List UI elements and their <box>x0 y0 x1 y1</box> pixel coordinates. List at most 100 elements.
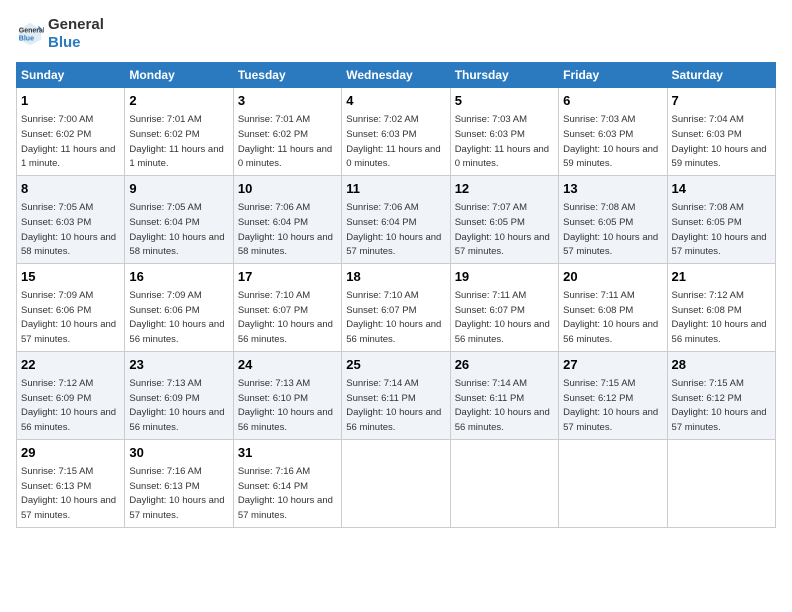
day-cell-7: 7 Sunrise: 7:04 AMSunset: 6:03 PMDayligh… <box>667 88 775 176</box>
day-info: Sunrise: 7:08 AMSunset: 6:05 PMDaylight:… <box>672 202 767 257</box>
day-cell-1: 1 Sunrise: 7:00 AMSunset: 6:02 PMDayligh… <box>17 88 125 176</box>
day-cell-9: 9 Sunrise: 7:05 AMSunset: 6:04 PMDayligh… <box>125 175 233 263</box>
col-header-saturday: Saturday <box>667 63 775 88</box>
svg-text:Blue: Blue <box>19 35 34 42</box>
day-number: 2 <box>129 92 228 110</box>
day-cell-27: 27 Sunrise: 7:15 AMSunset: 6:12 PMDaylig… <box>559 351 667 439</box>
col-header-thursday: Thursday <box>450 63 558 88</box>
col-header-friday: Friday <box>559 63 667 88</box>
day-number: 4 <box>346 92 445 110</box>
day-number: 5 <box>455 92 554 110</box>
day-info: Sunrise: 7:10 AMSunset: 6:07 PMDaylight:… <box>346 290 441 345</box>
calendar-table: SundayMondayTuesdayWednesdayThursdayFrid… <box>16 62 776 528</box>
day-number: 14 <box>672 180 771 198</box>
day-number: 29 <box>21 444 120 462</box>
day-number: 9 <box>129 180 228 198</box>
day-number: 27 <box>563 356 662 374</box>
page-header: General Blue General Blue <box>16 16 776 52</box>
day-number: 15 <box>21 268 120 286</box>
col-header-monday: Monday <box>125 63 233 88</box>
logo: General Blue General Blue <box>16 16 104 52</box>
day-cell-3: 3 Sunrise: 7:01 AMSunset: 6:02 PMDayligh… <box>233 88 341 176</box>
day-number: 30 <box>129 444 228 462</box>
day-info: Sunrise: 7:01 AMSunset: 6:02 PMDaylight:… <box>238 114 332 169</box>
day-number: 7 <box>672 92 771 110</box>
day-cell-5: 5 Sunrise: 7:03 AMSunset: 6:03 PMDayligh… <box>450 88 558 176</box>
day-info: Sunrise: 7:16 AMSunset: 6:14 PMDaylight:… <box>238 466 333 521</box>
day-info: Sunrise: 7:03 AMSunset: 6:03 PMDaylight:… <box>563 114 658 169</box>
day-number: 6 <box>563 92 662 110</box>
day-cell-16: 16 Sunrise: 7:09 AMSunset: 6:06 PMDaylig… <box>125 263 233 351</box>
day-number: 19 <box>455 268 554 286</box>
day-info: Sunrise: 7:05 AMSunset: 6:04 PMDaylight:… <box>129 202 224 257</box>
day-cell-30: 30 Sunrise: 7:16 AMSunset: 6:13 PMDaylig… <box>125 439 233 527</box>
day-info: Sunrise: 7:05 AMSunset: 6:03 PMDaylight:… <box>21 202 116 257</box>
day-cell-8: 8 Sunrise: 7:05 AMSunset: 6:03 PMDayligh… <box>17 175 125 263</box>
day-cell-28: 28 Sunrise: 7:15 AMSunset: 6:12 PMDaylig… <box>667 351 775 439</box>
day-number: 18 <box>346 268 445 286</box>
day-cell-18: 18 Sunrise: 7:10 AMSunset: 6:07 PMDaylig… <box>342 263 450 351</box>
day-number: 16 <box>129 268 228 286</box>
empty-cell <box>559 439 667 527</box>
day-number: 22 <box>21 356 120 374</box>
day-number: 31 <box>238 444 337 462</box>
day-info: Sunrise: 7:06 AMSunset: 6:04 PMDaylight:… <box>346 202 441 257</box>
day-info: Sunrise: 7:11 AMSunset: 6:07 PMDaylight:… <box>455 290 550 345</box>
day-info: Sunrise: 7:12 AMSunset: 6:08 PMDaylight:… <box>672 290 767 345</box>
day-cell-4: 4 Sunrise: 7:02 AMSunset: 6:03 PMDayligh… <box>342 88 450 176</box>
day-cell-22: 22 Sunrise: 7:12 AMSunset: 6:09 PMDaylig… <box>17 351 125 439</box>
day-cell-13: 13 Sunrise: 7:08 AMSunset: 6:05 PMDaylig… <box>559 175 667 263</box>
col-header-tuesday: Tuesday <box>233 63 341 88</box>
day-number: 3 <box>238 92 337 110</box>
day-cell-2: 2 Sunrise: 7:01 AMSunset: 6:02 PMDayligh… <box>125 88 233 176</box>
day-info: Sunrise: 7:11 AMSunset: 6:08 PMDaylight:… <box>563 290 658 345</box>
day-number: 20 <box>563 268 662 286</box>
day-number: 13 <box>563 180 662 198</box>
day-info: Sunrise: 7:13 AMSunset: 6:09 PMDaylight:… <box>129 378 224 433</box>
empty-cell <box>667 439 775 527</box>
day-info: Sunrise: 7:16 AMSunset: 6:13 PMDaylight:… <box>129 466 224 521</box>
day-info: Sunrise: 7:15 AMSunset: 6:13 PMDaylight:… <box>21 466 116 521</box>
day-info: Sunrise: 7:14 AMSunset: 6:11 PMDaylight:… <box>455 378 550 433</box>
day-cell-19: 19 Sunrise: 7:11 AMSunset: 6:07 PMDaylig… <box>450 263 558 351</box>
day-info: Sunrise: 7:14 AMSunset: 6:11 PMDaylight:… <box>346 378 441 433</box>
day-info: Sunrise: 7:01 AMSunset: 6:02 PMDaylight:… <box>129 114 223 169</box>
col-header-sunday: Sunday <box>17 63 125 88</box>
day-cell-29: 29 Sunrise: 7:15 AMSunset: 6:13 PMDaylig… <box>17 439 125 527</box>
day-cell-20: 20 Sunrise: 7:11 AMSunset: 6:08 PMDaylig… <box>559 263 667 351</box>
day-number: 25 <box>346 356 445 374</box>
day-info: Sunrise: 7:09 AMSunset: 6:06 PMDaylight:… <box>129 290 224 345</box>
day-number: 1 <box>21 92 120 110</box>
day-cell-11: 11 Sunrise: 7:06 AMSunset: 6:04 PMDaylig… <box>342 175 450 263</box>
day-info: Sunrise: 7:15 AMSunset: 6:12 PMDaylight:… <box>563 378 658 433</box>
day-info: Sunrise: 7:10 AMSunset: 6:07 PMDaylight:… <box>238 290 333 345</box>
day-number: 21 <box>672 268 771 286</box>
day-number: 24 <box>238 356 337 374</box>
col-header-wednesday: Wednesday <box>342 63 450 88</box>
day-cell-24: 24 Sunrise: 7:13 AMSunset: 6:10 PMDaylig… <box>233 351 341 439</box>
day-cell-15: 15 Sunrise: 7:09 AMSunset: 6:06 PMDaylig… <box>17 263 125 351</box>
day-cell-12: 12 Sunrise: 7:07 AMSunset: 6:05 PMDaylig… <box>450 175 558 263</box>
day-number: 12 <box>455 180 554 198</box>
day-number: 10 <box>238 180 337 198</box>
logo-icon: General Blue <box>16 20 44 48</box>
day-cell-21: 21 Sunrise: 7:12 AMSunset: 6:08 PMDaylig… <box>667 263 775 351</box>
day-info: Sunrise: 7:07 AMSunset: 6:05 PMDaylight:… <box>455 202 550 257</box>
day-number: 23 <box>129 356 228 374</box>
day-cell-17: 17 Sunrise: 7:10 AMSunset: 6:07 PMDaylig… <box>233 263 341 351</box>
day-cell-25: 25 Sunrise: 7:14 AMSunset: 6:11 PMDaylig… <box>342 351 450 439</box>
day-info: Sunrise: 7:04 AMSunset: 6:03 PMDaylight:… <box>672 114 767 169</box>
day-info: Sunrise: 7:03 AMSunset: 6:03 PMDaylight:… <box>455 114 549 169</box>
empty-cell <box>450 439 558 527</box>
day-cell-10: 10 Sunrise: 7:06 AMSunset: 6:04 PMDaylig… <box>233 175 341 263</box>
day-info: Sunrise: 7:02 AMSunset: 6:03 PMDaylight:… <box>346 114 440 169</box>
day-info: Sunrise: 7:13 AMSunset: 6:10 PMDaylight:… <box>238 378 333 433</box>
day-cell-14: 14 Sunrise: 7:08 AMSunset: 6:05 PMDaylig… <box>667 175 775 263</box>
day-info: Sunrise: 7:12 AMSunset: 6:09 PMDaylight:… <box>21 378 116 433</box>
day-info: Sunrise: 7:15 AMSunset: 6:12 PMDaylight:… <box>672 378 767 433</box>
day-cell-31: 31 Sunrise: 7:16 AMSunset: 6:14 PMDaylig… <box>233 439 341 527</box>
day-info: Sunrise: 7:09 AMSunset: 6:06 PMDaylight:… <box>21 290 116 345</box>
day-number: 11 <box>346 180 445 198</box>
day-info: Sunrise: 7:00 AMSunset: 6:02 PMDaylight:… <box>21 114 115 169</box>
day-number: 28 <box>672 356 771 374</box>
